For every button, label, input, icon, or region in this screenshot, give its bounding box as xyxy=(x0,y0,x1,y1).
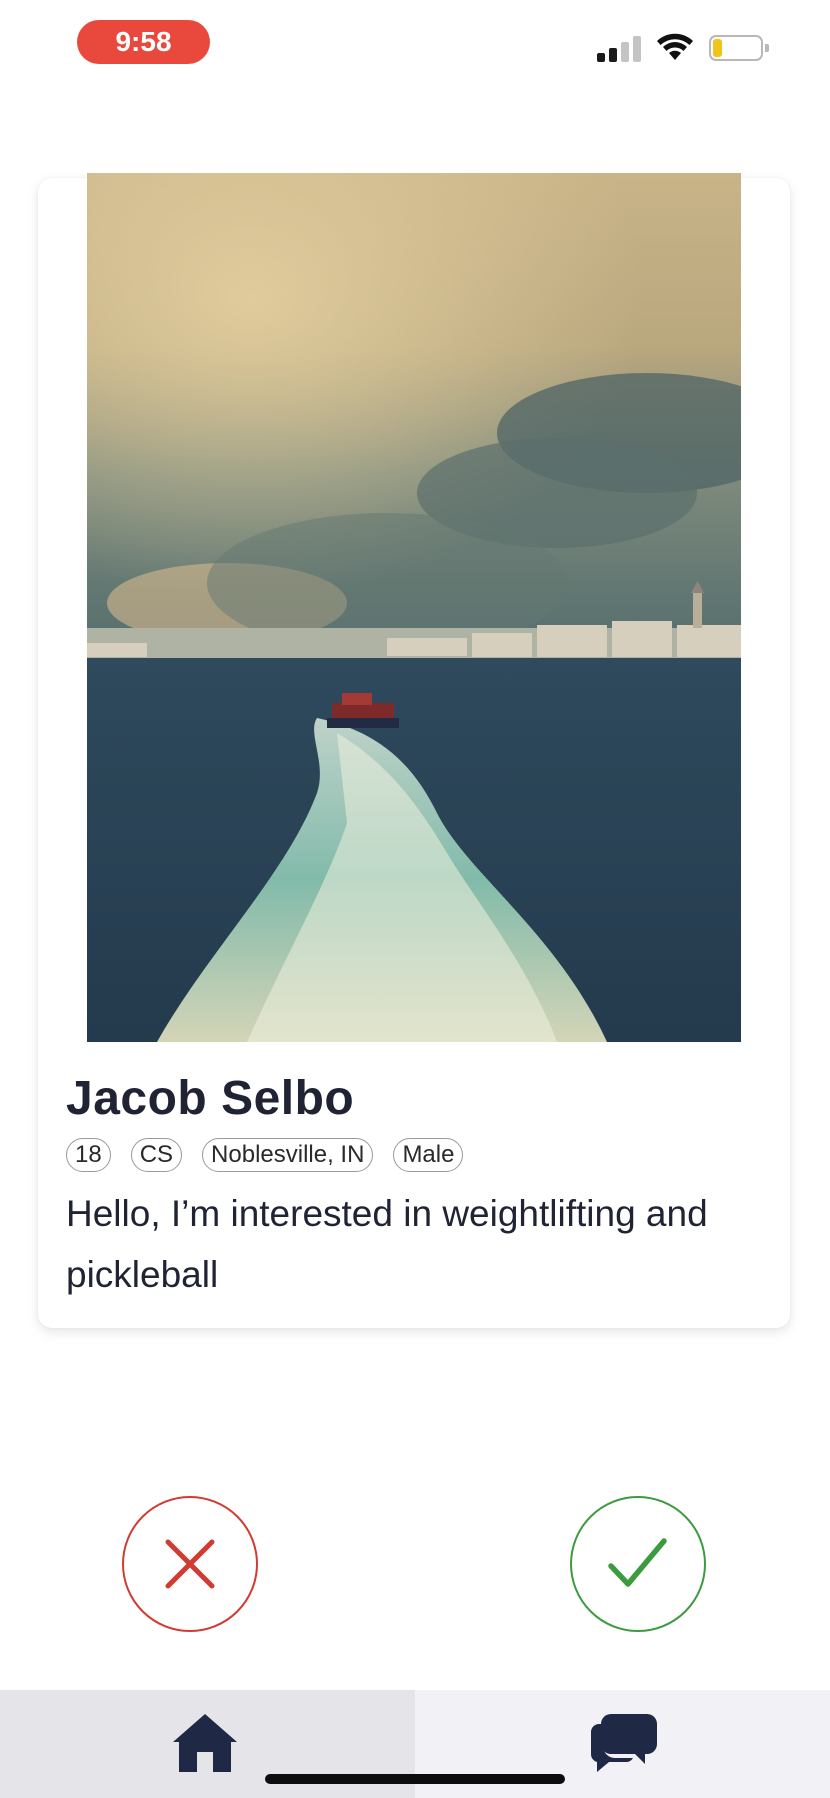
location-tag: Noblesville, IN xyxy=(202,1138,374,1172)
home-indicator xyxy=(265,1774,565,1784)
status-bar: 9:58 xyxy=(0,0,830,90)
x-icon xyxy=(165,1539,215,1589)
profile-tags: 18 CS Noblesville, IN Male xyxy=(66,1138,464,1172)
home-icon xyxy=(173,1714,237,1772)
reject-button[interactable] xyxy=(122,1496,258,1632)
major-tag: CS xyxy=(130,1138,183,1172)
check-icon xyxy=(608,1538,667,1587)
wifi-icon xyxy=(657,33,693,60)
profile-card[interactable]: Jacob Selbo 18 CS Noblesville, IN Male H… xyxy=(38,173,790,1328)
profile-photo xyxy=(87,173,741,1042)
gender-tag: Male xyxy=(393,1138,464,1172)
age-tag: 18 xyxy=(66,1138,111,1172)
accept-button[interactable] xyxy=(570,1496,706,1632)
status-time: 9:58 xyxy=(77,20,210,64)
cellular-signal-icon xyxy=(597,34,641,62)
chat-bubbles-icon xyxy=(590,1714,657,1772)
landscape-photo-icon xyxy=(87,173,741,1042)
battery-icon xyxy=(709,35,769,61)
profile-name: Jacob Selbo xyxy=(66,1072,355,1125)
profile-bio: Hello, I’m interested in weightlifting a… xyxy=(66,1193,708,1295)
